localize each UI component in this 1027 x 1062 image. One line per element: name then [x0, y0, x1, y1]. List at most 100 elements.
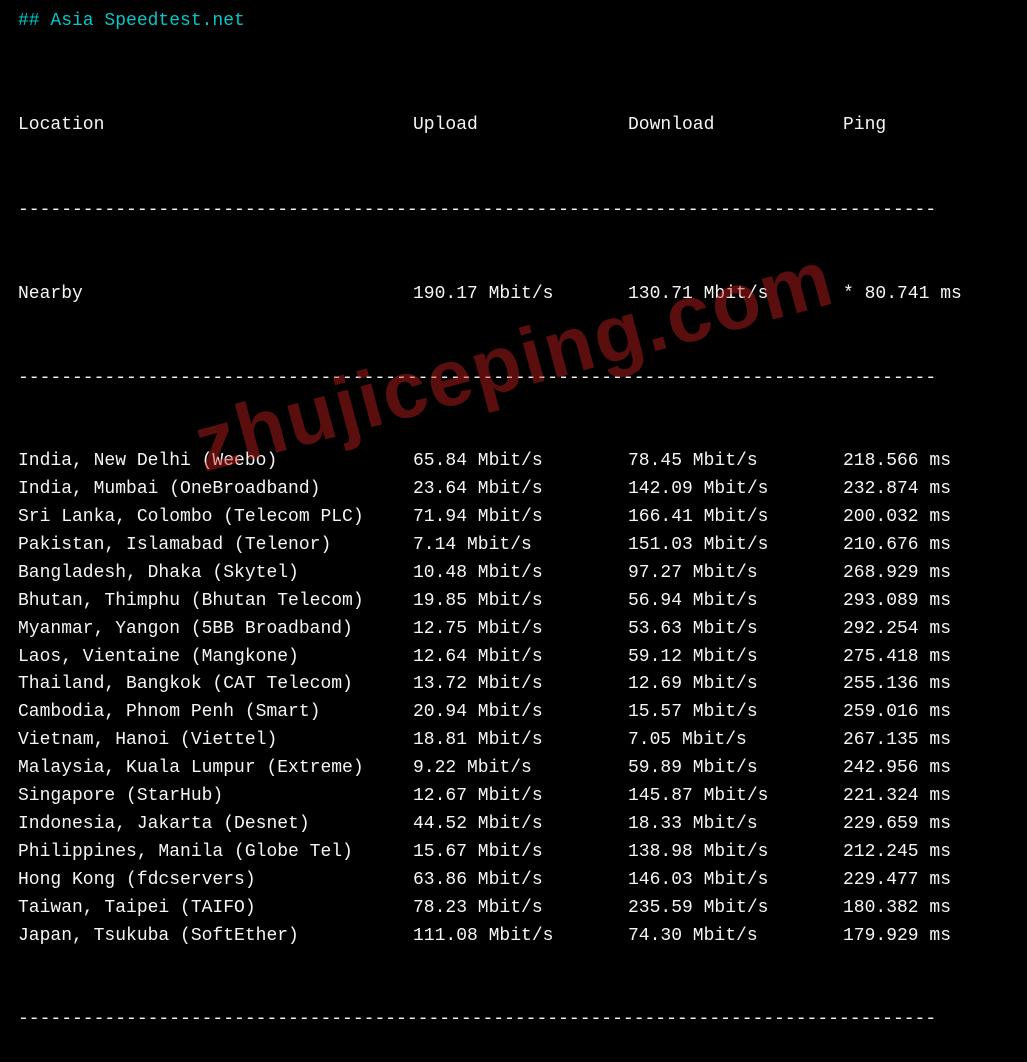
table-row: Bangladesh, Dhaka (Skytel)10.48 Mbit/s97…: [18, 560, 1009, 588]
nearby-row: Nearby 190.17 Mbit/s 130.71 Mbit/s * 80.…: [18, 281, 1009, 309]
cell-upload: 10.48 Mbit/s: [413, 560, 628, 588]
table-row: Taiwan, Taipei (TAIFO)78.23 Mbit/s235.59…: [18, 895, 1009, 923]
cell-location: Cambodia, Phnom Penh (Smart): [18, 699, 413, 727]
cell-ping: 180.382 ms: [843, 895, 951, 923]
cell-ping: 229.477 ms: [843, 867, 951, 895]
cell-download: 15.57 Mbit/s: [628, 699, 843, 727]
header-ping: Ping: [843, 112, 886, 140]
cell-location: Bhutan, Thimphu (Bhutan Telecom): [18, 588, 413, 616]
table-row: India, Mumbai (OneBroadband)23.64 Mbit/s…: [18, 476, 1009, 504]
cell-upload: 23.64 Mbit/s: [413, 476, 628, 504]
cell-upload: 12.64 Mbit/s: [413, 644, 628, 672]
cell-ping: 210.676 ms: [843, 532, 951, 560]
cell-upload: 15.67 Mbit/s: [413, 839, 628, 867]
cell-ping: 229.659 ms: [843, 811, 951, 839]
cell-upload: 12.67 Mbit/s: [413, 783, 628, 811]
cell-upload: 63.86 Mbit/s: [413, 867, 628, 895]
speedtest-table: Location Upload Download Ping ----------…: [18, 56, 1009, 1062]
header-location: Location: [18, 112, 413, 140]
table-row: Thailand, Bangkok (CAT Telecom)13.72 Mbi…: [18, 671, 1009, 699]
cell-ping: 179.929 ms: [843, 923, 951, 951]
table-row: Hong Kong (fdcservers)63.86 Mbit/s146.03…: [18, 867, 1009, 895]
cell-upload: 18.81 Mbit/s: [413, 727, 628, 755]
cell-download: 59.89 Mbit/s: [628, 755, 843, 783]
table-row: Pakistan, Islamabad (Telenor)7.14 Mbit/s…: [18, 532, 1009, 560]
cell-download: 138.98 Mbit/s: [628, 839, 843, 867]
table-row: Vietnam, Hanoi (Viettel)18.81 Mbit/s7.05…: [18, 727, 1009, 755]
cell-location: Sri Lanka, Colombo (Telecom PLC): [18, 504, 413, 532]
cell-location: Myanmar, Yangon (5BB Broadband): [18, 616, 413, 644]
cell-upload: 44.52 Mbit/s: [413, 811, 628, 839]
cell-ping: 212.245 ms: [843, 839, 951, 867]
table-row: India, New Delhi (Weebo)65.84 Mbit/s78.4…: [18, 448, 1009, 476]
cell-upload: 111.08 Mbit/s: [413, 923, 628, 951]
nearby-download: 130.71 Mbit/s: [628, 281, 843, 309]
cell-ping: 267.135 ms: [843, 727, 951, 755]
cell-ping: 293.089 ms: [843, 588, 951, 616]
cell-upload: 12.75 Mbit/s: [413, 616, 628, 644]
cell-ping: 259.016 ms: [843, 699, 951, 727]
cell-location: Bangladesh, Dhaka (Skytel): [18, 560, 413, 588]
cell-ping: 275.418 ms: [843, 644, 951, 672]
cell-download: 78.45 Mbit/s: [628, 448, 843, 476]
table-row: Malaysia, Kuala Lumpur (Extreme)9.22 Mbi…: [18, 755, 1009, 783]
cell-upload: 78.23 Mbit/s: [413, 895, 628, 923]
cell-download: 18.33 Mbit/s: [628, 811, 843, 839]
cell-download: 12.69 Mbit/s: [628, 671, 843, 699]
cell-download: 146.03 Mbit/s: [628, 867, 843, 895]
cell-download: 97.27 Mbit/s: [628, 560, 843, 588]
header-upload: Upload: [413, 112, 628, 140]
table-row: Indonesia, Jakarta (Desnet)44.52 Mbit/s1…: [18, 811, 1009, 839]
cell-location: Thailand, Bangkok (CAT Telecom): [18, 671, 413, 699]
cell-location: India, Mumbai (OneBroadband): [18, 476, 413, 504]
cell-location: Pakistan, Islamabad (Telenor): [18, 532, 413, 560]
cell-download: 53.63 Mbit/s: [628, 616, 843, 644]
cell-download: 74.30 Mbit/s: [628, 923, 843, 951]
cell-upload: 13.72 Mbit/s: [413, 671, 628, 699]
nearby-location: Nearby: [18, 281, 413, 309]
cell-download: 166.41 Mbit/s: [628, 504, 843, 532]
cell-download: 56.94 Mbit/s: [628, 588, 843, 616]
table-header: Location Upload Download Ping: [18, 112, 1009, 140]
cell-upload: 9.22 Mbit/s: [413, 755, 628, 783]
cell-location: Japan, Tsukuba (SoftEther): [18, 923, 413, 951]
cell-upload: 65.84 Mbit/s: [413, 448, 628, 476]
cell-download: 7.05 Mbit/s: [628, 727, 843, 755]
cell-ping: 200.032 ms: [843, 504, 951, 532]
cell-download: 59.12 Mbit/s: [628, 644, 843, 672]
cell-download: 142.09 Mbit/s: [628, 476, 843, 504]
cell-ping: 242.956 ms: [843, 755, 951, 783]
nearby-ping: * 80.741 ms: [843, 281, 962, 309]
divider-line: ----------------------------------------…: [18, 1006, 1009, 1034]
cell-download: 235.59 Mbit/s: [628, 895, 843, 923]
cell-ping: 255.136 ms: [843, 671, 951, 699]
cell-location: Indonesia, Jakarta (Desnet): [18, 811, 413, 839]
table-row: Sri Lanka, Colombo (Telecom PLC)71.94 Mb…: [18, 504, 1009, 532]
table-row: Laos, Vientaine (Mangkone)12.64 Mbit/s59…: [18, 644, 1009, 672]
cell-ping: 221.324 ms: [843, 783, 951, 811]
cell-ping: 218.566 ms: [843, 448, 951, 476]
table-row: Myanmar, Yangon (5BB Broadband)12.75 Mbi…: [18, 616, 1009, 644]
cell-location: Laos, Vientaine (Mangkone): [18, 644, 413, 672]
cell-location: Hong Kong (fdcservers): [18, 867, 413, 895]
table-row: Bhutan, Thimphu (Bhutan Telecom)19.85 Mb…: [18, 588, 1009, 616]
header-download: Download: [628, 112, 843, 140]
cell-download: 145.87 Mbit/s: [628, 783, 843, 811]
cell-ping: 268.929 ms: [843, 560, 951, 588]
cell-upload: 20.94 Mbit/s: [413, 699, 628, 727]
cell-location: Singapore (StarHub): [18, 783, 413, 811]
cell-location: Vietnam, Hanoi (Viettel): [18, 727, 413, 755]
table-row: Singapore (StarHub)12.67 Mbit/s145.87 Mb…: [18, 783, 1009, 811]
cell-ping: 292.254 ms: [843, 616, 951, 644]
cell-location: Malaysia, Kuala Lumpur (Extreme): [18, 755, 413, 783]
cell-location: India, New Delhi (Weebo): [18, 448, 413, 476]
cell-upload: 19.85 Mbit/s: [413, 588, 628, 616]
nearby-upload: 190.17 Mbit/s: [413, 281, 628, 309]
cell-ping: 232.874 ms: [843, 476, 951, 504]
divider-line: ----------------------------------------…: [18, 365, 1009, 393]
section-title: ## Asia Speedtest.net: [18, 8, 1009, 36]
cell-upload: 7.14 Mbit/s: [413, 532, 628, 560]
table-row: Philippines, Manila (Globe Tel)15.67 Mbi…: [18, 839, 1009, 867]
cell-location: Philippines, Manila (Globe Tel): [18, 839, 413, 867]
cell-upload: 71.94 Mbit/s: [413, 504, 628, 532]
